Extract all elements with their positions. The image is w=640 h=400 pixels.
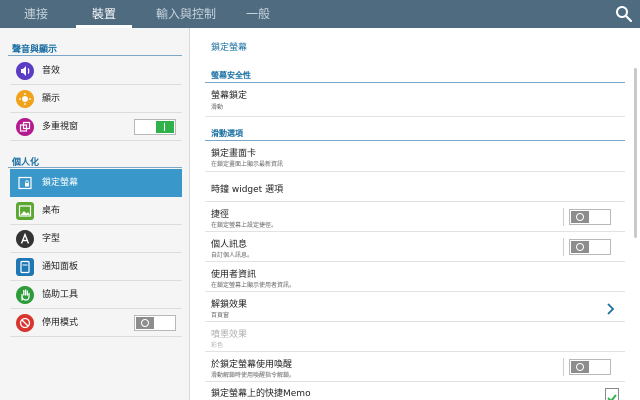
sidebar-item-notification-panel[interactable]: 通知面板 — [10, 253, 182, 281]
row-title: 螢幕鎖定 — [211, 91, 248, 101]
chevron-right-icon — [605, 301, 615, 315]
row-screen-lock[interactable]: 螢幕鎖定 滑動 — [205, 83, 625, 117]
divider — [8, 55, 182, 56]
tab-device[interactable]: 裝置 — [76, 0, 132, 28]
row-title: 捷徑 — [211, 210, 230, 220]
section-screen-security: 螢幕安全性 — [211, 71, 251, 80]
blocking-mode-toggle[interactable] — [134, 315, 176, 331]
main-panel: 鎖定螢幕 螢幕安全性 螢幕鎖定 滑動 滑動選項 鎖定畫面卡 在鎖定畫面上顯示最新… — [191, 28, 640, 400]
wallpaper-icon — [16, 202, 34, 220]
divider — [563, 238, 564, 256]
sidebar-item-wallpaper[interactable]: 桌布 — [10, 197, 182, 225]
sidebar-item-label: 協助工具 — [42, 290, 79, 300]
toggle-knob — [571, 241, 589, 253]
row-subtitle: 滑動 — [211, 104, 224, 111]
row-lock-screen-card[interactable]: 鎖定畫面卡 在鎖定畫面上顯示最新資訊 — [205, 141, 625, 172]
multi-window-toggle[interactable] — [134, 119, 176, 135]
row-subtitle: 彩色 — [211, 342, 224, 349]
row-title: 鎖定畫面卡 — [211, 149, 257, 159]
tab-connections[interactable]: 連接 — [14, 0, 58, 28]
sidebar-item-font[interactable]: 字型 — [10, 225, 182, 253]
search-icon[interactable] — [614, 4, 634, 24]
row-subtitle: 在鎖定螢幕上顯示使用者資訊。 — [211, 282, 296, 289]
sidebar-item-sound[interactable]: 音效 — [10, 57, 182, 85]
row-personal-message[interactable]: 個人訊息 自訂個人訊息。 — [205, 232, 625, 262]
tab-general[interactable]: 一般 — [240, 0, 276, 28]
top-tab-bar: 連接 裝置 輸入與控制 一般 — [0, 0, 640, 28]
sidebar-item-label: 顯示 — [42, 94, 61, 104]
row-wake-up[interactable]: 於鎖定螢幕使用喚醒 滑動解鎖時使用喚醒指令解鎖。 — [205, 352, 625, 382]
row-subtitle: 自訂個人訊息。 — [211, 252, 254, 259]
section-swipe-options: 滑動選項 — [211, 129, 243, 138]
row-subtitle: 在鎖定螢幕上設定捷徑。 — [211, 222, 278, 229]
lock-screen-icon — [16, 174, 34, 192]
row-quick-memo[interactable]: 鎖定螢幕上的快捷Memo — [205, 382, 625, 400]
divider — [8, 167, 182, 168]
shortcuts-toggle[interactable] — [569, 209, 611, 225]
sidebar-item-label: 鎖定螢幕 — [42, 178, 79, 188]
row-clock-widget[interactable]: 時鐘 widget 選項 — [205, 172, 625, 202]
sidebar-item-label: 字型 — [42, 234, 61, 244]
speaker-icon — [16, 62, 34, 80]
toggle-track — [136, 121, 154, 133]
row-title: 於鎖定螢幕使用喚醒 — [211, 360, 293, 370]
row-title: 個人訊息 — [211, 240, 248, 250]
toggle-knob — [571, 361, 589, 373]
sidebar-item-label: 停用模式 — [42, 318, 79, 328]
personal-message-toggle[interactable] — [569, 239, 611, 255]
sidebar-item-label: 通知面板 — [42, 262, 79, 272]
sidebar-item-label: 桌布 — [42, 206, 61, 216]
row-title: 噴墨效果 — [211, 330, 248, 340]
page-title: 鎖定螢幕 — [211, 43, 248, 53]
hand-icon — [16, 286, 34, 304]
quick-memo-checkbox[interactable] — [605, 388, 619, 400]
row-unlock-effect[interactable]: 解鎖效果 百頁窗 — [205, 292, 625, 322]
sidebar-item-blocking-mode[interactable]: 停用模式 — [10, 309, 182, 337]
divider — [563, 358, 564, 376]
multi-window-icon — [16, 118, 34, 136]
toggle-knob — [136, 317, 154, 329]
row-title: 使用者資訊 — [211, 270, 257, 280]
toggle-knob — [571, 211, 589, 223]
sidebar-item-label: 多重視窗 — [42, 122, 79, 132]
notification-panel-icon — [16, 258, 34, 276]
row-subtitle: 百頁窗 — [211, 312, 230, 319]
sidebar-item-display[interactable]: 顯示 — [10, 85, 182, 113]
font-icon — [16, 230, 34, 248]
divider — [563, 208, 564, 226]
row-subtitle: 在鎖定畫面上顯示最新資訊 — [211, 161, 284, 168]
sidebar-section-sound-display: 聲音與顯示 — [12, 45, 58, 55]
blocking-mode-icon — [16, 314, 34, 332]
row-title: 時鐘 widget 選項 — [211, 185, 284, 195]
row-title: 解鎖效果 — [211, 300, 248, 310]
row-ink-effect: 噴墨效果 彩色 — [205, 322, 625, 352]
row-title: 鎖定螢幕上的快捷Memo — [211, 389, 311, 399]
sidebar-item-multi-window[interactable]: 多重視窗 — [10, 113, 182, 141]
row-shortcuts[interactable]: 捷徑 在鎖定螢幕上設定捷徑。 — [205, 202, 625, 232]
row-owner-info[interactable]: 使用者資訊 在鎖定螢幕上顯示使用者資訊。 — [205, 262, 625, 292]
sidebar-item-label: 音效 — [42, 66, 61, 76]
wake-up-toggle[interactable] — [569, 359, 611, 375]
tab-controls[interactable]: 輸入與控制 — [150, 0, 222, 28]
row-subtitle: 滑動解鎖時使用喚醒指令解鎖。 — [211, 372, 296, 379]
sidebar: 聲音與顯示 音效 顯示 多重視窗 個人化 鎖定螢幕 桌布 字型 通知面板 協助工… — [0, 28, 190, 400]
scrollbar[interactable] — [634, 68, 637, 238]
toggle-knob — [156, 121, 174, 133]
sidebar-item-lock-screen[interactable]: 鎖定螢幕 — [10, 169, 182, 197]
brightness-icon — [16, 90, 34, 108]
sidebar-item-accessibility[interactable]: 協助工具 — [10, 281, 182, 309]
